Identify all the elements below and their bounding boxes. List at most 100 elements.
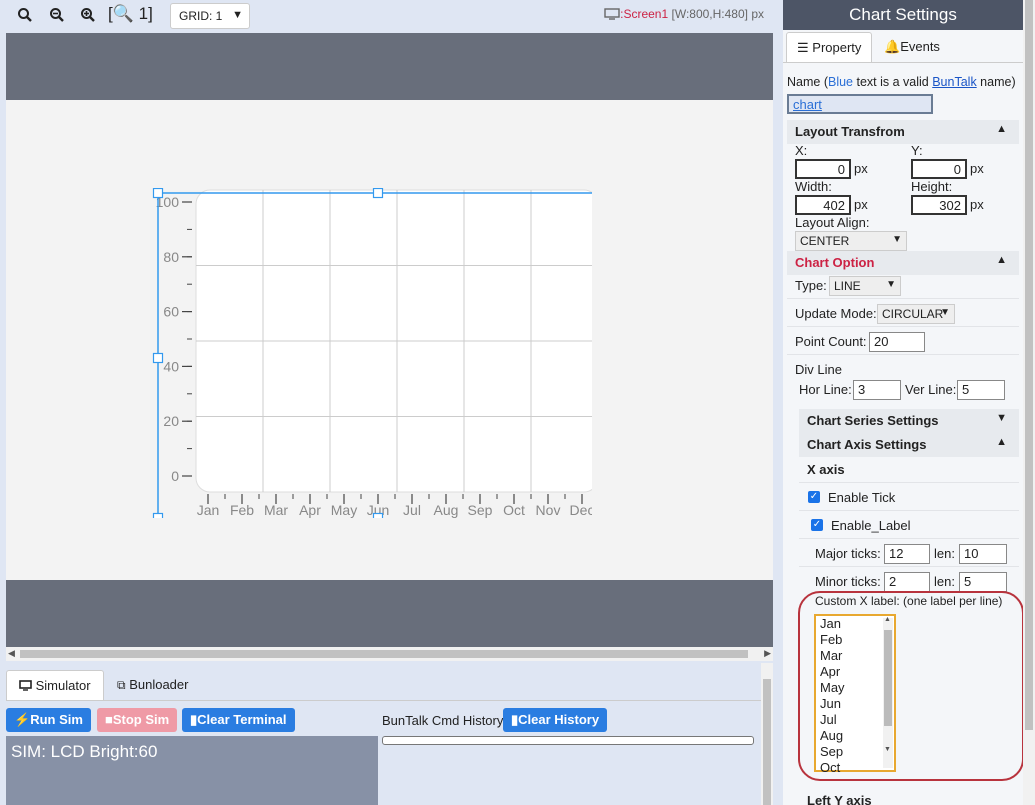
chevron-up-icon: ▲	[996, 436, 1007, 448]
highlight-ring	[798, 591, 1023, 781]
network-icon: ⧉	[117, 678, 126, 692]
tab-property[interactable]: ☰ Property	[786, 32, 873, 62]
resize-handle[interactable]	[372, 512, 384, 524]
x-label: X:	[795, 143, 808, 158]
tab-simulator-label: Simulator	[35, 678, 91, 693]
run-sim-button[interactable]: ⚡Run Sim	[6, 708, 91, 732]
width-label: Width:	[795, 179, 832, 194]
settings-panel: Chart Settings ☰ Property 🔔Events Name (…	[783, 0, 1023, 805]
update-mode-label: Update Mode:	[795, 306, 877, 321]
y-tick-label: 60	[163, 304, 179, 320]
clear-terminal-label: Clear Terminal	[197, 712, 287, 727]
divider	[799, 566, 1019, 567]
tab-property-label: Property	[812, 40, 862, 55]
resize-handle[interactable]	[152, 187, 164, 199]
minor-len-input[interactable]: 5	[959, 572, 1007, 592]
height-input[interactable]: 302	[911, 195, 967, 215]
minor-len-label: len:	[934, 574, 955, 589]
width-input[interactable]: 402	[795, 195, 851, 215]
screen-size: [W:800,H:480] px	[671, 7, 765, 21]
resize-handle[interactable]	[152, 512, 164, 524]
y-input[interactable]: 0	[911, 159, 967, 179]
history-box[interactable]	[382, 736, 754, 745]
x-axis-label: X axis	[807, 462, 845, 477]
clear-history-label: Clear History	[518, 712, 600, 727]
enable-tick-checkbox[interactable]: ✓	[808, 491, 820, 503]
layout-align-select[interactable]: CENTER ▼	[795, 231, 907, 251]
chart-series-header[interactable]: Chart Series Settings ▼	[799, 409, 1019, 433]
x-tick-label: Sep	[468, 502, 493, 518]
hor-line-input[interactable]: 3	[853, 380, 901, 400]
x-tick-label: Dec	[570, 502, 592, 518]
tab-simulator[interactable]: Simulator	[6, 670, 104, 700]
x-tick-label: Oct	[503, 502, 525, 518]
toolbar: [🔍 1] GRID: 1 ▼ :Screen1 [W:800,H:480] p…	[0, 0, 782, 32]
y-unit: px	[970, 161, 984, 176]
zoom-fit-icon[interactable]	[12, 4, 38, 26]
layout-section-header[interactable]: Layout Transfrom ▲	[787, 120, 1019, 144]
chevron-up-icon: ▲	[996, 254, 1007, 266]
tab-divider	[6, 700, 761, 701]
buntalk-link[interactable]: BunTalk	[932, 75, 976, 89]
terminal-text: SIM: LCD Bright:60	[11, 742, 158, 761]
panel-title: Chart Settings	[783, 0, 1023, 30]
tab-divider	[783, 62, 1023, 63]
x-tick-label: Apr	[299, 502, 321, 518]
minor-ticks-input[interactable]: 2	[884, 572, 930, 592]
scrollbar-thumb[interactable]	[20, 650, 748, 658]
type-select[interactable]: LINE ▼	[829, 276, 901, 296]
chart-axis-header[interactable]: Chart Axis Settings ▲	[799, 433, 1019, 457]
chevron-down-icon: ▼	[940, 307, 950, 318]
run-sim-label: Run Sim	[30, 712, 83, 727]
chart-option-title: Chart Option	[795, 255, 875, 270]
chart-option-header[interactable]: Chart Option ▲	[787, 251, 1019, 275]
bottom-vertical-scrollbar[interactable]	[761, 663, 773, 805]
scroll-right-icon[interactable]: ▶	[764, 648, 771, 659]
update-mode-select[interactable]: CIRCULAR ▼	[877, 304, 955, 324]
resize-handle[interactable]	[152, 352, 164, 364]
enable-label-checkbox[interactable]: ✓	[811, 519, 823, 531]
screen-info: :Screen1 [W:800,H:480] px	[604, 7, 764, 23]
point-count-input[interactable]: 20	[869, 332, 925, 352]
chart-widget[interactable]: 0 20 40 60 80 100 Jan Feb Mar Apr May Jun Jul Aug Sep O…	[152, 187, 604, 524]
simulator-terminal[interactable]: SIM: LCD Bright:60	[6, 736, 378, 805]
divider	[787, 354, 1019, 355]
name-input[interactable]: chart	[787, 94, 933, 114]
x-unit: px	[854, 161, 868, 176]
point-count-label: Point Count:	[795, 334, 867, 349]
tab-bunloader[interactable]: ⧉ Bunloader	[105, 670, 200, 700]
scrollbar-thumb[interactable]	[1025, 0, 1033, 730]
zoom-in-icon[interactable]	[75, 4, 101, 26]
height-unit: px	[970, 197, 984, 212]
clear-terminal-button[interactable]: ▮Clear Terminal	[182, 708, 295, 732]
clear-history-button[interactable]: ▮Clear History	[503, 708, 608, 732]
name-hint-prefix: Name (	[787, 75, 828, 89]
y-tick-label: 20	[163, 413, 179, 429]
tab-events[interactable]: 🔔Events	[874, 32, 950, 62]
divider	[799, 538, 1019, 539]
panel-vertical-scrollbar[interactable]	[1023, 0, 1035, 805]
hor-line-label: Hor Line:	[799, 382, 852, 397]
lcd-screen[interactable]: 0 20 40 60 80 100 Jan Feb Mar Apr May Jun Jul Aug Sep O…	[6, 100, 773, 580]
grid-select[interactable]: GRID: 1 ▼	[170, 3, 250, 29]
layout-align-label: Layout Align:	[795, 215, 870, 230]
enable-tick-label: Enable Tick	[828, 490, 896, 505]
design-canvas[interactable]: 0 20 40 60 80 100 Jan Feb Mar Apr May Jun Jul Aug Sep O…	[6, 33, 773, 647]
stop-sim-button[interactable]: ■Stop Sim	[97, 708, 178, 732]
layout-align-value: CENTER	[800, 234, 850, 248]
x-input[interactable]: 0	[795, 159, 851, 179]
resize-handle[interactable]	[372, 187, 384, 199]
left-y-axis-label: Left Y axis	[807, 793, 872, 805]
y-label: Y:	[911, 143, 923, 158]
zoom-out-icon[interactable]	[44, 4, 70, 26]
x-tick-label: May	[331, 502, 357, 518]
canvas-horizontal-scrollbar[interactable]: ◀ ▶	[6, 647, 773, 661]
scroll-left-icon[interactable]: ◀	[8, 648, 15, 659]
scrollbar-thumb[interactable]	[763, 679, 771, 805]
ver-line-input[interactable]: 5	[957, 380, 1005, 400]
x-tick-label: Mar	[264, 502, 288, 518]
major-ticks-input[interactable]: 12	[884, 544, 930, 564]
major-len-input[interactable]: 10	[959, 544, 1007, 564]
update-mode-value: CIRCULAR	[882, 307, 944, 321]
y-tick-label: 40	[163, 358, 179, 374]
